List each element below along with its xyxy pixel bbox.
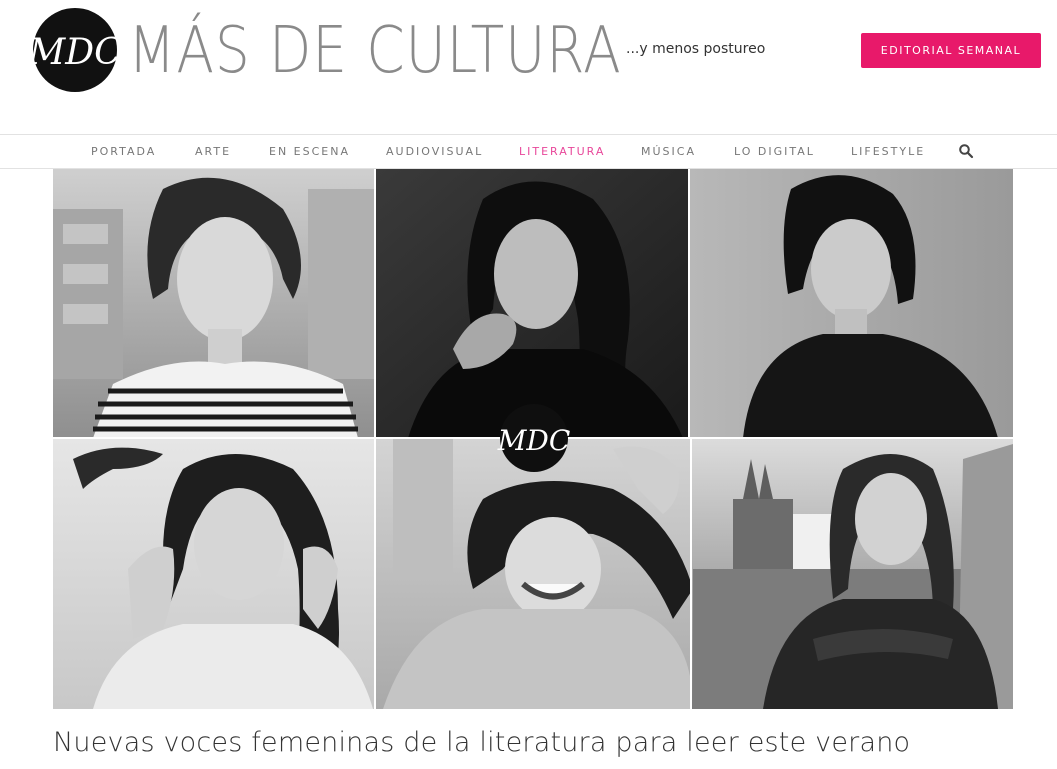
- main-nav: PORTADA ARTE EN ESCENA AUDIOVISUAL LITER…: [0, 134, 1057, 169]
- logo-mark-icon: MDC: [33, 32, 117, 73]
- nav-item-arte[interactable]: ARTE: [195, 135, 231, 168]
- editorial-semanal-button[interactable]: EDITORIAL SEMANAL: [861, 33, 1041, 68]
- site-logo[interactable]: MDC: [33, 8, 117, 92]
- article-title[interactable]: Nuevas voces femeninas de la literatura …: [53, 727, 910, 758]
- nav-item-musica[interactable]: MÚSICA: [641, 135, 696, 168]
- search-icon[interactable]: [958, 143, 974, 159]
- site-name[interactable]: MÁS DE CULTURA: [128, 11, 622, 91]
- nav-item-en-escena[interactable]: EN ESCENA: [269, 135, 350, 168]
- site-tagline: ...y menos postureo: [626, 41, 766, 57]
- portrait-collage: MDC: [53, 169, 1013, 709]
- nav-item-lo-digital[interactable]: LO DIGITAL: [734, 135, 815, 168]
- nav-item-portada[interactable]: PORTADA: [91, 135, 156, 168]
- nav-item-audiovisual[interactable]: AUDIOVISUAL: [386, 135, 483, 168]
- nav-item-lifestyle[interactable]: LIFESTYLE: [851, 135, 925, 168]
- site-header: MDC MÁS DE CULTURA ...y menos postureo E…: [0, 0, 1057, 134]
- svg-text:MDC: MDC: [497, 424, 571, 457]
- featured-image[interactable]: MDC: [53, 169, 1013, 709]
- svg-text:MDC: MDC: [33, 32, 117, 73]
- nav-item-literatura[interactable]: LITERATURA: [519, 135, 605, 168]
